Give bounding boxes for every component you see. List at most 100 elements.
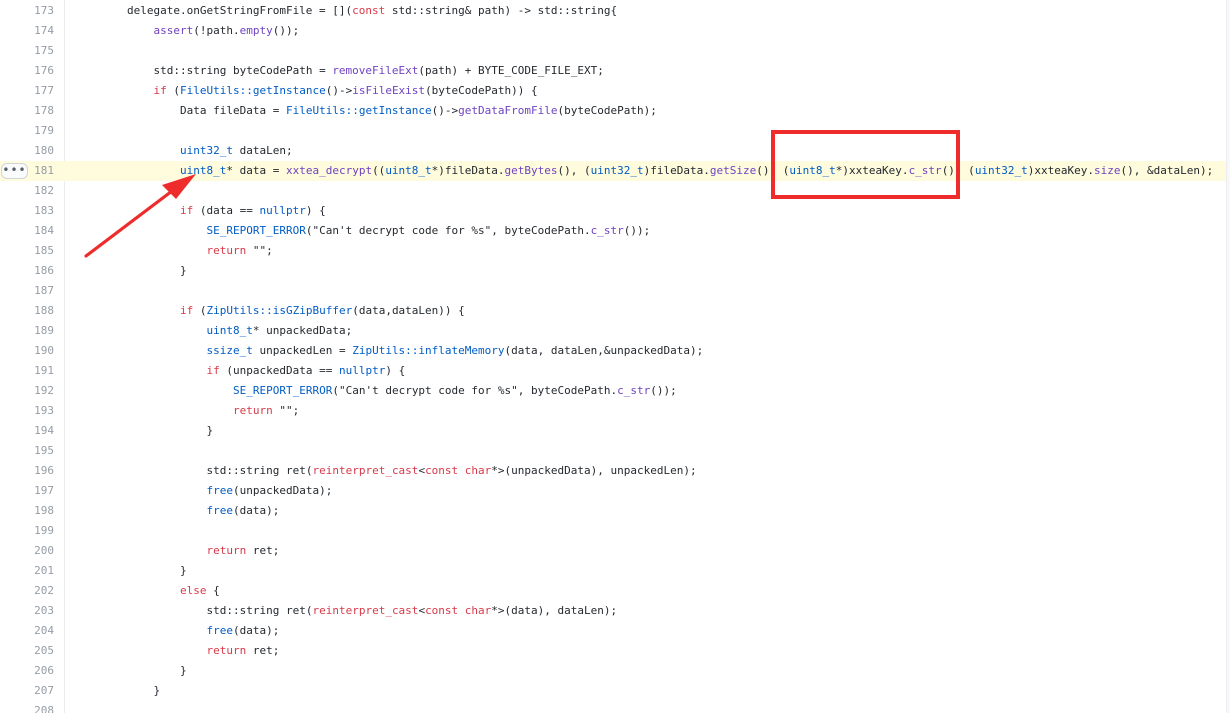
- code-text: uint8_t* data = xxtea_decrypt((uint8_t*)…: [180, 161, 1213, 181]
- code-line[interactable]: 187: [0, 281, 1230, 301]
- code-line[interactable]: 201}: [0, 561, 1230, 581]
- code-token-function: assert: [153, 24, 194, 37]
- code-line[interactable]: 196 std::string ret(reinterpret_cast<cons…: [0, 461, 1230, 481]
- code-text: uint8_t* unpackedData;: [207, 321, 353, 341]
- line-number[interactable]: 201: [0, 561, 54, 581]
- code-token-text: }: [180, 564, 187, 577]
- code-token-text: (data);: [233, 504, 280, 517]
- code-line[interactable]: 177 if (FileUtils::getInstance()->isFileE…: [0, 81, 1230, 101]
- line-number[interactable]: 174: [0, 21, 54, 41]
- code-text: return "";: [233, 401, 299, 421]
- code-line[interactable]: 178 Data fileData = FileUtils::getInstanc…: [0, 101, 1230, 121]
- line-number[interactable]: 184: [0, 221, 54, 241]
- line-number[interactable]: 175: [0, 41, 54, 61]
- code-line[interactable]: 185 return "";: [0, 241, 1230, 261]
- line-number[interactable]: 193: [0, 401, 54, 421]
- code-token-function: xxtea_decrypt: [285, 164, 373, 177]
- code-line[interactable]: 206}: [0, 661, 1230, 681]
- code-line[interactable]: 193 return "";: [0, 401, 1230, 421]
- code-line[interactable]: 204 free(data);: [0, 621, 1230, 641]
- code-line[interactable]: 181 uint8_t* data = xxtea_decrypt((uint8_…: [0, 161, 1230, 181]
- line-number[interactable]: 206: [0, 661, 54, 681]
- code-line[interactable]: 184 SE_REPORT_ERROR("Can't decrypt code f…: [0, 221, 1230, 241]
- line-number[interactable]: 180: [0, 141, 54, 161]
- code-token-text: delegate.onGetStringFromFile = [](: [127, 4, 353, 17]
- line-number[interactable]: 191: [0, 361, 54, 381]
- line-number[interactable]: 203: [0, 601, 54, 621]
- code-line[interactable]: 208: [0, 701, 1230, 713]
- code-line[interactable]: 200 return ret;: [0, 541, 1230, 561]
- line-number[interactable]: 200: [0, 541, 54, 561]
- line-number[interactable]: 196: [0, 461, 54, 481]
- code-token-text: ) {: [305, 204, 326, 217]
- code-text: SE_REPORT_ERROR("Can't decrypt code for …: [207, 221, 651, 241]
- code-line[interactable]: 176 std::string byteCodePath = removeFile…: [0, 61, 1230, 81]
- code-line[interactable]: 205 return ret;: [0, 641, 1230, 661]
- line-number[interactable]: 202: [0, 581, 54, 601]
- code-line[interactable]: 191 if (unpackedData == nullptr) {: [0, 361, 1230, 381]
- line-number[interactable]: 183: [0, 201, 54, 221]
- code-line[interactable]: 186}: [0, 261, 1230, 281]
- code-line[interactable]: 173 delegate.onGetStringFromFile = [](con…: [0, 1, 1230, 21]
- line-number[interactable]: 192: [0, 381, 54, 401]
- code-line[interactable]: 202 else {: [0, 581, 1230, 601]
- line-number[interactable]: 205: [0, 641, 54, 661]
- line-number[interactable]: 188: [0, 301, 54, 321]
- scrollbar[interactable]: [1226, 0, 1230, 713]
- code-line[interactable]: 198 free(data);: [0, 501, 1230, 521]
- line-number[interactable]: 204: [0, 621, 54, 641]
- code-line[interactable]: 183 if (data == nullptr) {: [0, 201, 1230, 221]
- code-line[interactable]: 203 std::string ret(reinterpret_cast<cons…: [0, 601, 1230, 621]
- line-number[interactable]: 189: [0, 321, 54, 341]
- code-token-type: ssize_t: [206, 344, 253, 357]
- code-line[interactable]: 195: [0, 441, 1230, 461]
- code-line[interactable]: 189 uint8_t* unpackedData;: [0, 321, 1230, 341]
- code-line[interactable]: 180 uint32_t dataLen;: [0, 141, 1230, 161]
- line-number[interactable]: 197: [0, 481, 54, 501]
- code-token-text: std::string& path) -> std::string{: [385, 4, 618, 17]
- code-token-type: uint8_t: [180, 164, 227, 177]
- line-number[interactable]: 195: [0, 441, 54, 461]
- line-number[interactable]: 198: [0, 501, 54, 521]
- line-number[interactable]: 176: [0, 61, 54, 81]
- code-token-text: ()->: [325, 84, 353, 97]
- line-actions-button[interactable]: •••: [1, 163, 28, 179]
- line-number[interactable]: 185: [0, 241, 54, 261]
- code-text: std::string ret(reinterpret_cast<const c…: [207, 601, 618, 621]
- line-number[interactable]: 190: [0, 341, 54, 361]
- line-number[interactable]: 194: [0, 421, 54, 441]
- line-number[interactable]: 178: [0, 101, 54, 121]
- line-number[interactable]: 182: [0, 181, 54, 201]
- line-number[interactable]: 177: [0, 81, 54, 101]
- code-line[interactable]: 188 if (ZipUtils::isGZipBuffer(data,dataL…: [0, 301, 1230, 321]
- code-token-function: isFileExist: [352, 84, 426, 97]
- code-line[interactable]: 179: [0, 121, 1230, 141]
- code-line[interactable]: 194}: [0, 421, 1230, 441]
- code-line[interactable]: 175: [0, 41, 1230, 61]
- line-number[interactable]: 187: [0, 281, 54, 301]
- code-token-text: (data, dataLen,&unpackedData);: [504, 344, 704, 357]
- code-line[interactable]: 190 ssize_t unpackedLen = ZipUtils::infla…: [0, 341, 1230, 361]
- code-token-text: ) {: [385, 364, 406, 377]
- code-line[interactable]: 182: [0, 181, 1230, 201]
- code-token-text: *>(data), dataLen);: [491, 604, 618, 617]
- code-token-function: c_str: [590, 224, 624, 237]
- line-number[interactable]: 179: [0, 121, 54, 141]
- code-line[interactable]: 199: [0, 521, 1230, 541]
- code-token-type: nullptr: [338, 364, 386, 377]
- code-token-text: dataLen;: [232, 144, 293, 157]
- code-line[interactable]: 192 SE_REPORT_ERROR("Can't decrypt code f…: [0, 381, 1230, 401]
- code-token-text: )fileData.: [643, 164, 710, 177]
- code-token-text: * data =: [226, 164, 286, 177]
- line-number[interactable]: 199: [0, 521, 54, 541]
- line-number[interactable]: 208: [0, 701, 54, 713]
- line-number[interactable]: 186: [0, 261, 54, 281]
- code-line[interactable]: 207}: [0, 681, 1230, 701]
- code-text: }: [207, 421, 214, 441]
- code-token-text: unpackedLen =: [252, 344, 353, 357]
- code-token-text: (data,dataLen)) {: [352, 304, 465, 317]
- line-number[interactable]: 173: [0, 1, 54, 21]
- code-line[interactable]: 174 assert(!path.empty());: [0, 21, 1230, 41]
- line-number[interactable]: 207: [0, 681, 54, 701]
- code-line[interactable]: 197 free(unpackedData);: [0, 481, 1230, 501]
